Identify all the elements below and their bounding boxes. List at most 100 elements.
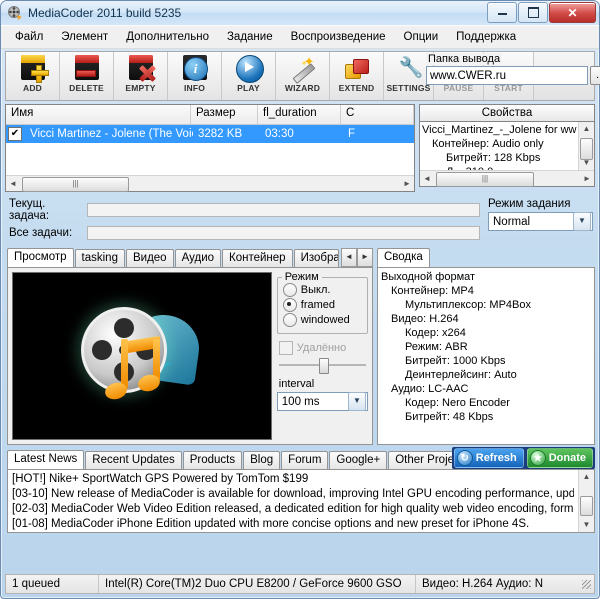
slider-thumb[interactable] xyxy=(318,358,329,374)
menu-playback[interactable]: Воспроизведение xyxy=(283,28,394,46)
hscroll-thumb[interactable]: ||| xyxy=(22,177,129,192)
news-vscroll-track[interactable] xyxy=(579,484,594,518)
all-tasks-label: Все задачи: xyxy=(9,227,73,239)
resize-grip-icon[interactable] xyxy=(580,578,592,590)
output-folder-input[interactable] xyxy=(426,66,588,85)
maximize-icon xyxy=(527,7,539,18)
summary-panel[interactable]: Выходной формат Контейнер: MP4 Мультипле… xyxy=(377,267,595,445)
news-list[interactable]: [HOT!] Nike+ SportWatch GPS Powered by T… xyxy=(8,470,578,532)
tab-latest-news[interactable]: Latest News xyxy=(7,450,85,469)
toolbar-empty-button[interactable]: EMPTY xyxy=(114,52,168,100)
tab-products[interactable]: Products xyxy=(182,451,243,469)
minimize-icon xyxy=(497,10,507,15)
table-row[interactable]: ✔ Vicci Martinez - Jolene (The Voice Per… xyxy=(6,125,414,143)
radio-mode-windowed[interactable]: windowed xyxy=(282,313,363,327)
list-item[interactable]: [02-03] MediaCoder Web Video Edition rel… xyxy=(12,502,574,517)
toolbar-wizard-button[interactable]: ✦ ✦ WIZARD xyxy=(276,52,330,100)
news-vscrollbar[interactable]: ▲ ▼ xyxy=(578,470,594,532)
news-vscroll-thumb[interactable] xyxy=(580,496,593,516)
close-button[interactable]: ✕ xyxy=(549,2,596,23)
remote-checkbox[interactable]: Удалённо xyxy=(278,341,368,355)
tab-scroll-right-icon[interactable]: ► xyxy=(357,248,373,267)
minimize-button[interactable] xyxy=(487,2,517,23)
current-task-label: Текущ. задача: xyxy=(9,198,50,222)
toolbar-play-button[interactable]: PLAY xyxy=(222,52,276,100)
list-item[interactable]: [01-08] MediaCoder iPhone Edition update… xyxy=(12,517,574,532)
radio-mode-framed[interactable]: framed xyxy=(282,298,363,312)
row-checkbox[interactable]: ✔ xyxy=(8,127,22,141)
news-area: Latest News Recent Updates Products Blog… xyxy=(7,447,595,533)
scroll-right-icon[interactable]: ► xyxy=(400,179,414,188)
preview-slider[interactable] xyxy=(278,358,366,374)
cell-size: 3282 KB xyxy=(198,128,243,140)
vscroll-track[interactable] xyxy=(579,136,594,160)
title-bar: MediaCoder 2011 build 5235 ✕ xyxy=(1,1,599,25)
tab-forum[interactable]: Forum xyxy=(281,451,329,469)
tab-scroll-left-icon[interactable]: ◄ xyxy=(341,248,357,267)
summary-node: Режим: ABR xyxy=(405,341,468,353)
summary-node: Мультиплексор: MP4Box xyxy=(405,299,531,311)
list-item[interactable]: [HOT!] Nike+ SportWatch GPS Powered by T… xyxy=(12,472,574,487)
radio-mode-off[interactable]: Выкл. xyxy=(282,283,363,297)
column-header-name[interactable]: Имя xyxy=(6,105,191,124)
scroll-left-icon[interactable]: ◄ xyxy=(420,174,434,183)
maximize-button[interactable] xyxy=(518,2,548,23)
menu-support[interactable]: Поддержка xyxy=(448,28,524,46)
scroll-up-icon[interactable]: ▲ xyxy=(579,122,594,136)
tab-container[interactable]: Контейнер xyxy=(222,249,293,267)
column-header-duration[interactable]: fl_duration xyxy=(258,105,341,124)
column-header-size[interactable]: Размер xyxy=(191,105,258,124)
chevron-down-icon[interactable]: ▼ xyxy=(348,392,366,411)
tab-preview[interactable]: Просмотр xyxy=(7,248,74,267)
info-icon: i xyxy=(180,54,210,82)
toolbar-info-button[interactable]: i INFO xyxy=(168,52,222,100)
properties-hscroll-track[interactable]: ||| xyxy=(434,172,580,187)
star-icon: ★ xyxy=(529,450,546,466)
scroll-left-icon[interactable]: ◄ xyxy=(6,179,20,188)
donate-button[interactable]: ★ Donate xyxy=(526,448,593,468)
tab-properties[interactable]: Свойства xyxy=(419,104,595,121)
hscroll-track[interactable]: ||| xyxy=(20,177,400,192)
file-list-hscrollbar[interactable]: ◄ ||| ► xyxy=(6,175,414,192)
tab-video[interactable]: Видео xyxy=(125,249,174,267)
interval-select[interactable]: 100 ms ▼ xyxy=(276,392,368,411)
output-folder-browse-button[interactable]: ... xyxy=(590,66,600,85)
scroll-up-icon[interactable]: ▲ xyxy=(579,470,594,484)
radio-mode-windowed-label: windowed xyxy=(300,314,350,326)
properties-vscrollbar[interactable]: ▲ ▼ xyxy=(578,122,594,170)
refresh-button[interactable]: ↻ Refresh xyxy=(453,448,524,468)
menu-element[interactable]: Элемент xyxy=(53,28,116,46)
scroll-down-icon[interactable]: ▼ xyxy=(579,518,594,532)
menu-advanced[interactable]: Дополнительно xyxy=(118,28,217,46)
tab-tasking[interactable]: tasking xyxy=(74,249,125,267)
properties-hscrollbar[interactable]: ◄ ||| ► xyxy=(420,170,594,187)
file-list[interactable]: Имя Размер fl_duration C ✔ Vicci Martine… xyxy=(5,104,415,192)
application-window: MediaCoder 2011 build 5235 ✕ Файл Элемен… xyxy=(0,0,600,599)
list-item[interactable]: [03-10] New release of MediaCoder is ava… xyxy=(12,487,574,502)
output-folder-label: Папка вывода xyxy=(426,53,503,65)
toolbar-play-label: PLAY xyxy=(237,83,260,93)
properties-hscroll-thumb[interactable]: ||| xyxy=(436,172,534,187)
tab-summary[interactable]: Сводка xyxy=(377,248,430,267)
interval-label: interval xyxy=(278,378,315,390)
properties-tree[interactable]: Vicci_Martinez_-_Jolene for ww Контейнер… xyxy=(420,122,578,170)
vscroll-thumb[interactable] xyxy=(580,138,593,160)
column-header-extra[interactable]: C xyxy=(341,105,414,124)
toolbar-add-button[interactable]: ADD xyxy=(6,52,60,100)
scroll-right-icon[interactable]: ► xyxy=(580,174,594,183)
toolbar-delete-button[interactable]: DELETE xyxy=(60,52,114,100)
mediacoder-logo xyxy=(67,301,217,411)
preview-display[interactable] xyxy=(12,272,272,440)
task-mode-select[interactable]: Normal ▼ xyxy=(488,212,593,231)
tab-audio[interactable]: Аудио xyxy=(174,249,222,267)
toolbar-extend-button[interactable]: EXTEND xyxy=(330,52,384,100)
menu-task[interactable]: Задание xyxy=(219,28,281,46)
chevron-down-icon[interactable]: ▼ xyxy=(573,212,591,231)
tab-picture[interactable]: Изображ xyxy=(293,249,339,267)
menu-file[interactable]: Файл xyxy=(7,28,51,46)
menu-options[interactable]: Опции xyxy=(396,28,447,46)
tab-blog[interactable]: Blog xyxy=(243,451,281,469)
tab-recent-updates[interactable]: Recent Updates xyxy=(85,451,182,469)
summary-node: Контейнер: MP4 xyxy=(391,285,474,297)
tab-googleplus[interactable]: Google+ xyxy=(329,451,388,469)
